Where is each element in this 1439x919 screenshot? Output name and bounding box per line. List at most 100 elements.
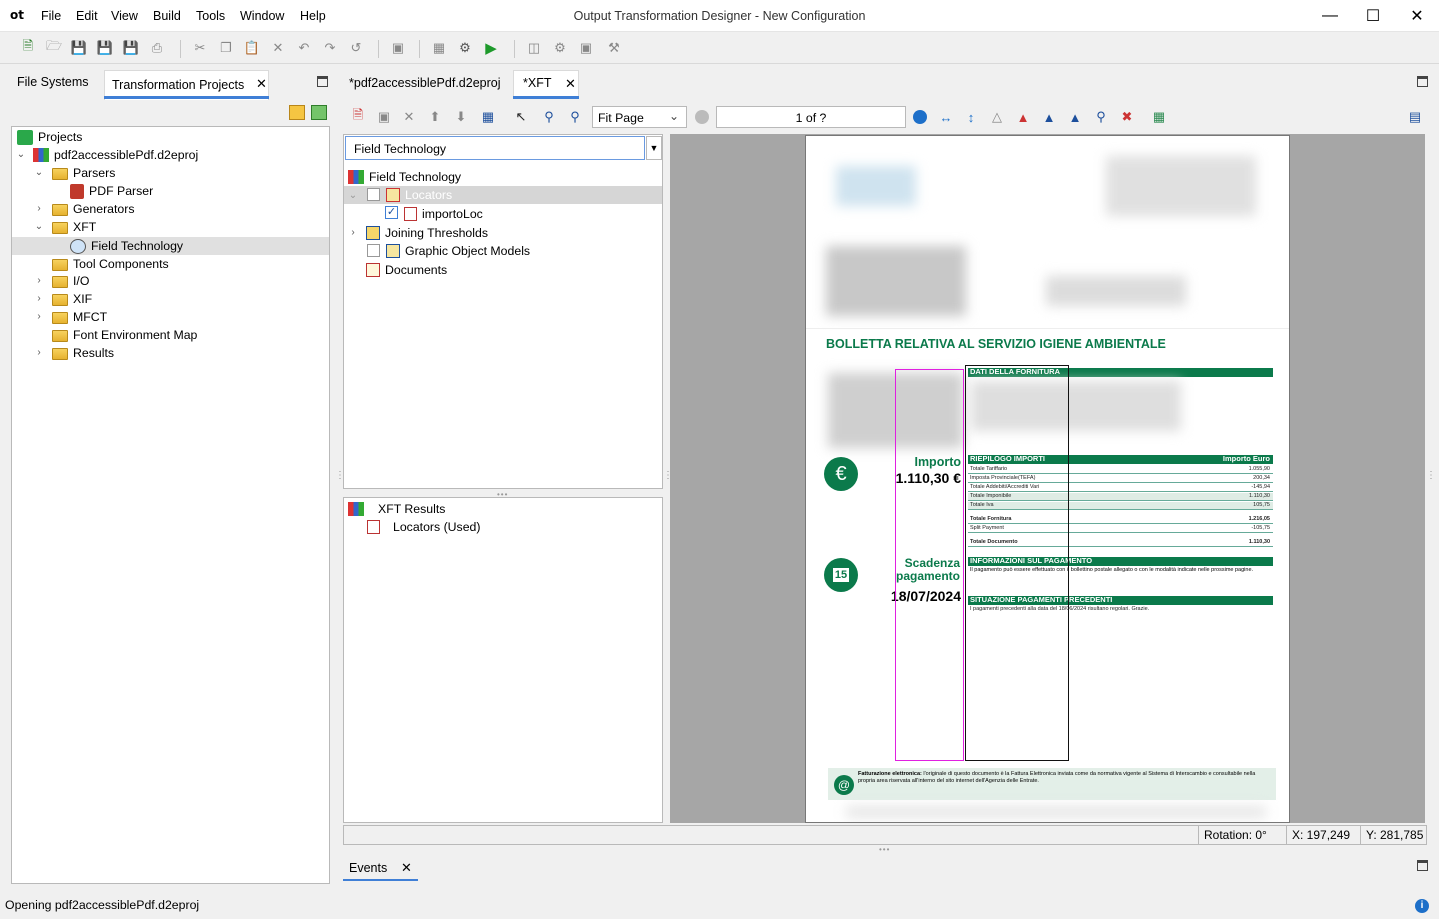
tree-item-xif[interactable]: XIF	[52, 290, 92, 308]
chevron-right-icon[interactable]: ›	[34, 275, 44, 286]
settings-icon[interactable]: ⚙	[551, 39, 569, 57]
panel-settings-icon[interactable]: ▤	[1406, 108, 1424, 126]
chevron-down-icon[interactable]: ⌄	[34, 167, 44, 178]
tree-item-tool-components[interactable]: Tool Components	[52, 255, 169, 273]
menu-help[interactable]: Help	[300, 9, 326, 23]
locator-box-magenta[interactable]	[895, 369, 964, 761]
first-page-icon[interactable]	[695, 110, 709, 124]
new-locator-icon[interactable]: 🗎	[349, 107, 367, 126]
search-icon[interactable]: ⚲	[1092, 108, 1110, 126]
locators-checkbox[interactable]	[367, 188, 380, 201]
zoom-out-icon[interactable]: ⚲	[566, 108, 584, 126]
tab-xft[interactable]: *XFT	[523, 76, 551, 90]
deploy-icon[interactable]: ⚙	[456, 39, 474, 57]
open-icon[interactable]: 🗁	[45, 38, 63, 57]
tree-item-generators[interactable]: Generators	[52, 200, 135, 218]
run-icon[interactable]: ▶	[482, 39, 500, 57]
rotate-icon[interactable]: △	[988, 108, 1006, 126]
move-up-icon[interactable]: ⬆	[426, 108, 444, 126]
zoom-in-icon[interactable]: ⚲	[540, 108, 558, 126]
chevron-right-icon[interactable]: ›	[34, 203, 44, 214]
chevron-right-icon[interactable]: ›	[34, 347, 44, 358]
cut-icon[interactable]: ✂	[191, 39, 209, 57]
tab-project-file[interactable]: *pdf2accessiblePdf.d2eproj	[349, 76, 501, 90]
export-icon[interactable]: ◫	[525, 39, 543, 57]
tree-item-field-technology[interactable]: Field Technology	[70, 237, 183, 255]
properties-icon[interactable]: ▦	[479, 108, 497, 126]
tab-transformation-projects[interactable]: Transformation Projects	[112, 78, 244, 92]
build-icon[interactable]: ▦	[430, 39, 448, 57]
tree-item-parsers[interactable]: Parsers	[52, 164, 115, 182]
pdf-page[interactable]: BOLLETTA RELATIVA AL SERVIZIO IGIENE AMB…	[805, 135, 1290, 823]
flip-icon[interactable]: ▲	[1066, 108, 1084, 126]
export-page-icon[interactable]: ▦	[1150, 108, 1168, 126]
package-icon[interactable]: ▣	[577, 39, 595, 57]
copy-icon[interactable]: ❐	[217, 39, 235, 57]
splitter-handle[interactable]: ⋮	[663, 470, 673, 481]
maximize-panel-icon[interactable]	[317, 76, 328, 87]
tree-item-joining-thresholds[interactable]: Joining Thresholds	[366, 224, 488, 242]
last-page-icon[interactable]	[913, 110, 927, 124]
minimize-button[interactable]: —	[1307, 0, 1353, 32]
maximize-events-icon[interactable]	[1417, 860, 1428, 871]
splitter-handle[interactable]: ⋮	[335, 470, 345, 481]
add-project-icon[interactable]	[311, 105, 327, 120]
menu-file[interactable]: File	[41, 9, 61, 23]
menu-window[interactable]: Window	[240, 9, 284, 23]
delete-locator-icon[interactable]: ✕	[400, 108, 418, 126]
locator-box-black[interactable]	[965, 365, 1069, 761]
menu-tools[interactable]: Tools	[196, 9, 225, 23]
maximize-editor-icon[interactable]	[1417, 76, 1428, 87]
close-tab-icon[interactable]: ✕	[401, 860, 412, 876]
tree-item-project-file[interactable]: pdf2accessiblePdf.d2eproj	[33, 146, 198, 164]
tree-item-locators-used[interactable]: Locators (Used)	[367, 518, 480, 536]
tree-item-documents[interactable]: Documents	[366, 261, 447, 279]
chevron-down-icon[interactable]: ⌄	[348, 190, 358, 201]
tree-item-mfct[interactable]: MFCT	[52, 308, 107, 326]
fit-height-icon[interactable]: ↕	[962, 108, 980, 126]
save-as-icon[interactable]: 💾	[96, 39, 114, 57]
fit-width-icon[interactable]: ↔	[937, 108, 955, 126]
new-icon[interactable]: 🗎	[19, 38, 37, 57]
print-icon[interactable]: ⎙	[148, 39, 166, 57]
copy-locator-icon[interactable]: ▣	[375, 108, 393, 126]
tree-item-results[interactable]: Results	[52, 344, 114, 362]
graphic-models-checkbox[interactable]	[367, 244, 380, 257]
splitter-handle[interactable]: •••	[879, 845, 890, 854]
chevron-down-icon[interactable]: ▼	[646, 136, 662, 160]
move-down-icon[interactable]: ⬇	[452, 108, 470, 126]
menu-edit[interactable]: Edit	[76, 9, 98, 23]
tree-item-projects[interactable]: Projects	[17, 128, 82, 146]
clear-icon[interactable]: ✖	[1118, 108, 1136, 126]
tree-item-graphic-object-models[interactable]: Graphic Object Models	[386, 242, 530, 260]
info-icon[interactable]: i	[1415, 899, 1429, 913]
save-all-icon[interactable]: 💾	[122, 39, 140, 57]
menu-build[interactable]: Build	[153, 9, 181, 23]
tab-file-systems[interactable]: File Systems	[17, 75, 89, 89]
tree-item-xft-results[interactable]: XFT Results	[348, 500, 445, 518]
rotate-left-icon[interactable]: ▲	[1014, 108, 1032, 126]
splitter-handle[interactable]: ⋮	[1426, 470, 1436, 481]
chevron-right-icon[interactable]: ›	[34, 311, 44, 322]
tree-item-importoloc[interactable]: importoLoc	[404, 205, 483, 223]
rotate-right-icon[interactable]: ▲	[1040, 108, 1058, 126]
close-window-button[interactable]: ✕	[1394, 0, 1439, 32]
page-field[interactable]: 1 of ?	[716, 106, 906, 128]
chevron-down-icon[interactable]: ⌄	[34, 221, 44, 232]
redo-all-icon[interactable]: ↺	[347, 39, 365, 57]
tree-item-xft[interactable]: XFT	[52, 218, 96, 236]
tree-item-font-environment-map[interactable]: Font Environment Map	[52, 326, 197, 344]
add-folder-icon[interactable]	[289, 105, 305, 120]
tab-events[interactable]: Events	[349, 861, 387, 875]
chevron-right-icon[interactable]: ›	[34, 293, 44, 304]
zoom-select[interactable]: Fit Page ⌄	[592, 106, 687, 128]
maximize-button[interactable]: ☐	[1350, 0, 1396, 32]
pointer-icon[interactable]: ↖	[512, 108, 530, 126]
field-technology-select[interactable]: Field Technology	[345, 136, 645, 160]
tree-item-field-technology-root[interactable]: Field Technology	[348, 168, 461, 186]
importoloc-checkbox[interactable]: ✓	[385, 206, 398, 219]
save-icon[interactable]: 💾	[70, 39, 88, 57]
tools-icon[interactable]: ⚒	[605, 39, 623, 57]
undo-icon[interactable]: ↶	[295, 39, 313, 57]
close-tab-icon[interactable]: ✕	[256, 76, 267, 92]
